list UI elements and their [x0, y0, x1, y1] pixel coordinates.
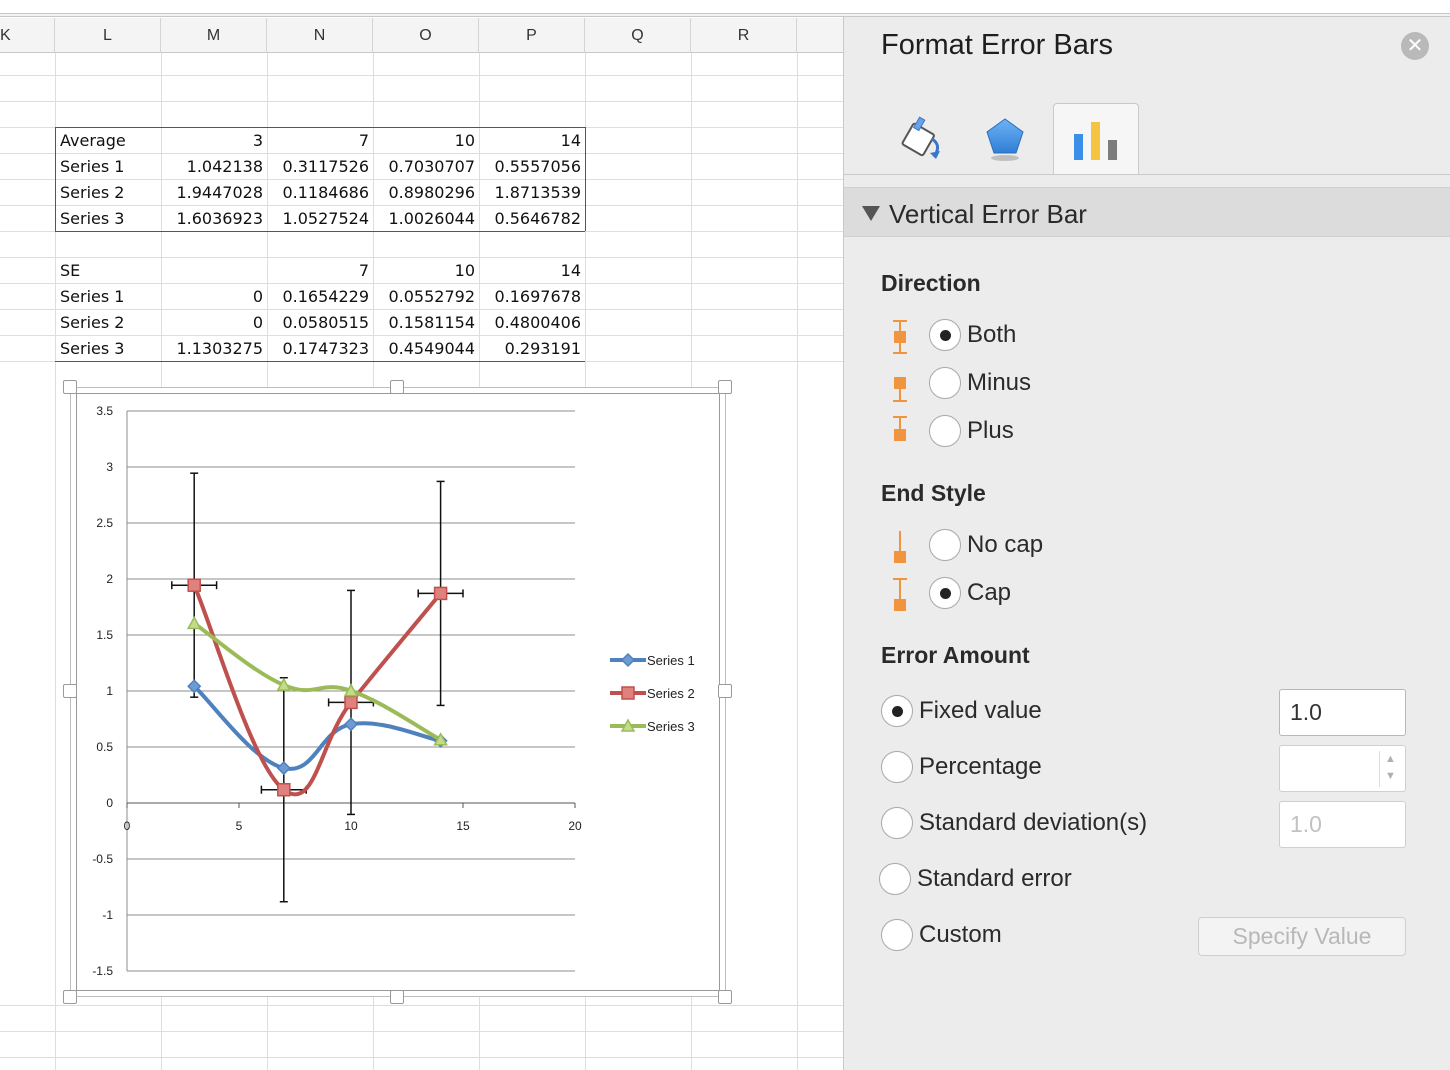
option-label: Plus: [967, 417, 1014, 444]
chart-plot: 3.5 3 2.5 2 1.5 1 0.5 0 -0.5 -1 -1.5 0 5 10 15 20 Series…: [92, 404, 695, 978]
data-point-series-1: [343, 717, 359, 732]
cap-icon: [893, 578, 907, 611]
x-tick-label: 5: [236, 819, 243, 833]
data-point-series-2: [433, 586, 448, 601]
legend-marker: [620, 652, 636, 668]
close-icon[interactable]: ✕: [1401, 32, 1429, 60]
legend-label: Series 3: [647, 719, 695, 734]
no-cap-icon: [894, 531, 906, 563]
radio-end-style-cap[interactable]: [929, 577, 961, 609]
x-tick-label: 10: [344, 819, 358, 833]
radio-custom[interactable]: [881, 919, 913, 951]
pentagon-icon: [986, 118, 1024, 161]
section-label: Vertical Error Bar: [889, 199, 1087, 229]
radio-standard-error[interactable]: [879, 863, 911, 895]
legend-label: Series 2: [647, 686, 695, 701]
y-tick-label: 2: [106, 572, 113, 586]
radio-direction-minus[interactable]: [929, 367, 961, 399]
error-bar-both-icon: [893, 320, 907, 354]
fill-bucket-icon: [901, 116, 940, 159]
specify-value-button[interactable]: Specify Value: [1198, 917, 1406, 956]
x-tick-label: 0: [124, 819, 131, 833]
option-label: Percentage: [919, 753, 1042, 780]
section-vertical-error-bar[interactable]: Vertical Error Bar: [844, 187, 1450, 237]
data-point-series-1: [276, 761, 291, 776]
y-tick-label: 3: [106, 460, 113, 474]
option-label: Minus: [967, 369, 1032, 396]
data-point-series-2: [344, 695, 358, 710]
tab-effects[interactable]: [966, 103, 1052, 175]
y-tick-label: 3.5: [96, 404, 113, 418]
y-tick-label: -1: [102, 908, 113, 922]
radio-direction-both[interactable]: [929, 319, 961, 351]
data-point-series-2: [277, 782, 291, 797]
spreadsheet-grid[interactable]: K L M N O P Q R Average 3 7 10 14 Series…: [0, 0, 843, 1070]
error-amount-heading: Error Amount: [881, 642, 1030, 668]
standard-deviation-input[interactable]: 1.0: [1279, 801, 1406, 848]
panel-title: Format Error Bars: [881, 29, 1114, 61]
x-tick-label: 15: [456, 819, 470, 833]
option-label: Standard deviation(s): [919, 809, 1148, 836]
y-tick-label: 0.5: [96, 740, 113, 754]
option-label: Both: [967, 321, 1017, 348]
stepper-arrows-icon[interactable]: ▲ ▼: [1379, 751, 1401, 787]
error-bar-plus-icon: [893, 416, 907, 441]
y-tick-label: 0: [106, 796, 113, 810]
radio-end-style-no-cap[interactable]: [929, 529, 961, 561]
radio-percentage[interactable]: [881, 751, 913, 783]
y-tick-label: 2.5: [96, 516, 113, 530]
option-label: Standard error: [917, 865, 1072, 892]
data-point-series-2: [187, 578, 201, 592]
y-tick-label: -1.5: [92, 964, 113, 978]
direction-heading: Direction: [881, 270, 981, 296]
radio-direction-plus[interactable]: [929, 415, 961, 447]
radio-fixed-value[interactable]: [881, 695, 913, 727]
percentage-stepper[interactable]: ▲ ▼: [1279, 745, 1406, 792]
data-point-series-3: [186, 615, 202, 630]
legend-marker: [621, 686, 635, 700]
format-error-bars-pane: Format Error Bars ✕ Vertical Error Bar D…: [843, 17, 1450, 1070]
y-tick-label: -0.5: [92, 852, 113, 866]
disclosure-triangle-icon[interactable]: [862, 206, 880, 221]
option-label: No cap: [967, 531, 1044, 558]
legend-label: Series 1: [647, 653, 695, 668]
toolbar-divider: [0, 13, 1450, 17]
option-label: Custom: [919, 921, 1002, 948]
tab-fill-line[interactable]: [880, 103, 966, 175]
app-window: K L M N O P Q R Average 3 7 10 14 Series…: [0, 0, 1450, 1070]
end-style-heading: End Style: [881, 480, 986, 506]
fixed-value-input[interactable]: 1.0: [1279, 689, 1406, 736]
option-label: Cap: [967, 579, 1012, 606]
error-bar-minus-icon: [893, 377, 907, 402]
y-tick-label: 1: [106, 684, 113, 698]
tab-error-bar-options[interactable]: [1053, 103, 1139, 175]
y-tick-label: 1.5: [96, 628, 113, 642]
option-label: Fixed value: [919, 697, 1042, 724]
x-tick-label: 20: [568, 819, 582, 833]
radio-standard-deviation[interactable]: [881, 807, 913, 839]
series-line-1: [192, 684, 442, 771]
bar-chart-icon: [1074, 122, 1117, 160]
